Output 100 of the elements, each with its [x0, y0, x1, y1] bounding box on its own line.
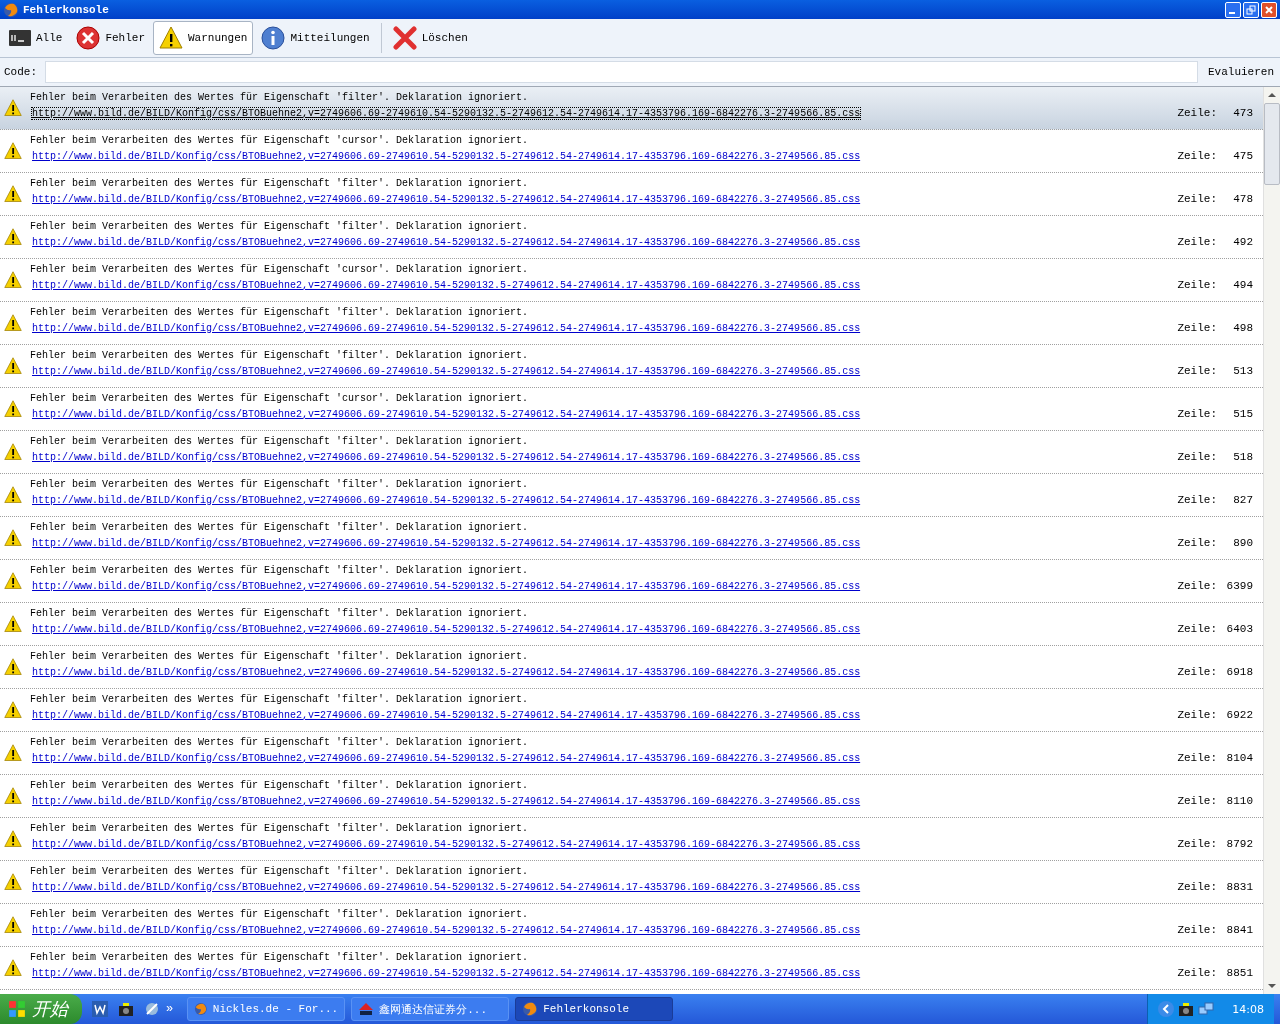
- source-link[interactable]: http://www.bild.de/BILD/Konfig/css/BTOBuehne2,v=2749606.69-2749610.54-5290132.5-2749612.54-2749614.17-4353796.169-6842276.3-2749566.85.css: [32, 236, 861, 248]
- code-input[interactable]: [45, 61, 1198, 83]
- filter-button[interactable]: Warnungen: [153, 21, 254, 55]
- warning-icon: [159, 26, 183, 50]
- taskbar-button[interactable]: Nickles.de - For...: [187, 997, 346, 1021]
- up-arrow-icon: [1268, 93, 1276, 97]
- taskbar-button[interactable]: 鑫网通达信证券分...: [351, 997, 510, 1021]
- source-link[interactable]: http://www.bild.de/BILD/Konfig/css/BTOBuehne2,v=2749606.69-2749610.54-5290132.5-2749612.54-2749614.17-4353796.169-6842276.3-2749566.85.css: [32, 967, 861, 979]
- line-number: 513: [1232, 365, 1253, 377]
- warning-icon: [4, 572, 22, 590]
- line-number: 473: [1232, 107, 1253, 119]
- filter-button[interactable]: Löschen: [386, 21, 474, 55]
- warning-icon: [4, 529, 22, 547]
- source-link[interactable]: http://www.bild.de/BILD/Konfig/css/BTOBuehne2,v=2749606.69-2749610.54-5290132.5-2749612.54-2749614.17-4353796.169-6842276.3-2749566.85.css: [32, 322, 861, 334]
- message-text: Fehler beim Verarbeiten des Wertes für Eigenschaft 'filter'. Deklaration ignoriert.: [30, 350, 529, 361]
- source-link[interactable]: http://www.bild.de/BILD/Konfig/css/BTOBuehne2,v=2749606.69-2749610.54-5290132.5-2749612.54-2749614.17-4353796.169-6842276.3-2749566.85.css: [32, 752, 861, 764]
- scrollbar[interactable]: [1263, 87, 1280, 994]
- message-text: Fehler beim Verarbeiten des Wertes für Eigenschaft 'filter'. Deklaration ignoriert.: [30, 737, 529, 748]
- warning-icon: [4, 99, 22, 117]
- source-link[interactable]: http://www.bild.de/BILD/Konfig/css/BTOBuehne2,v=2749606.69-2749610.54-5290132.5-2749612.54-2749614.17-4353796.169-6842276.3-2749566.85.css: [32, 150, 861, 162]
- warning-icon: [4, 701, 22, 719]
- line-label: Zeile:: [1177, 494, 1217, 506]
- camera-icon[interactable]: [118, 1001, 134, 1017]
- warning-icon: [4, 357, 22, 375]
- warning-icon: [4, 400, 22, 418]
- filter-button[interactable]: Fehler: [70, 21, 151, 55]
- line-number: 475: [1232, 150, 1253, 162]
- line-label: Zeile:: [1177, 365, 1217, 377]
- warning-icon: [4, 228, 22, 246]
- more-chevron[interactable]: »: [166, 1002, 174, 1016]
- source-link[interactable]: http://www.bild.de/BILD/Konfig/css/BTOBuehne2,v=2749606.69-2749610.54-5290132.5-2749612.54-2749614.17-4353796.169-6842276.3-2749566.85.css: [32, 623, 861, 635]
- source-link[interactable]: http://www.bild.de/BILD/Konfig/css/BTOBuehne2,v=2749606.69-2749610.54-5290132.5-2749612.54-2749614.17-4353796.169-6842276.3-2749566.85.css: [32, 279, 861, 291]
- line-number: 827: [1232, 494, 1253, 506]
- chart-logo-icon: [358, 1001, 375, 1017]
- line-number: 8851: [1225, 967, 1253, 979]
- message-text: Fehler beim Verarbeiten des Wertes für Eigenschaft 'filter'. Deklaration ignoriert.: [30, 307, 529, 318]
- line-label: Zeile:: [1177, 881, 1217, 893]
- source-link[interactable]: http://www.bild.de/BILD/Konfig/css/BTOBuehne2,v=2749606.69-2749610.54-5290132.5-2749612.54-2749614.17-4353796.169-6842276.3-2749566.85.css: [32, 494, 861, 506]
- info-icon: [261, 26, 286, 50]
- line-number: 6918: [1225, 666, 1253, 678]
- message-text: Fehler beim Verarbeiten des Wertes für Eigenschaft 'filter'. Deklaration ignoriert.: [30, 952, 529, 963]
- message-text: Fehler beim Verarbeiten des Wertes für Eigenschaft 'filter'. Deklaration ignoriert.: [30, 221, 529, 232]
- filter-button[interactable]: Mitteilungen: [255, 21, 376, 55]
- source-link[interactable]: http://www.bild.de/BILD/Konfig/css/BTOBuehne2,v=2749606.69-2749610.54-5290132.5-2749612.54-2749614.17-4353796.169-6842276.3-2749566.85.css: [32, 107, 861, 119]
- line-label: Zeile:: [1177, 150, 1217, 162]
- line-number: 518: [1232, 451, 1253, 463]
- line-label: Zeile:: [1177, 924, 1217, 936]
- message-text: Fehler beim Verarbeiten des Wertes für Eigenschaft 'filter'. Deklaration ignoriert.: [30, 694, 529, 705]
- message-text: Fehler beim Verarbeiten des Wertes für Eigenschaft 'filter'. Deklaration ignoriert.: [30, 608, 529, 619]
- message-text: Fehler beim Verarbeiten des Wertes für Eigenschaft 'filter'. Deklaration ignoriert.: [30, 178, 529, 189]
- warning-icon: [4, 615, 22, 633]
- warning-icon: [4, 830, 22, 848]
- scroll-thumb[interactable]: [1264, 103, 1280, 185]
- globe-icon: [522, 1001, 539, 1017]
- source-link[interactable]: http://www.bild.de/BILD/Konfig/css/BTOBuehne2,v=2749606.69-2749610.54-5290132.5-2749612.54-2749614.17-4353796.169-6842276.3-2749566.85.css: [32, 537, 861, 549]
- line-label: Zeile:: [1177, 408, 1217, 420]
- minimize-button[interactable]: [1225, 1, 1241, 18]
- source-link[interactable]: http://www.bild.de/BILD/Konfig/css/BTOBuehne2,v=2749606.69-2749610.54-5290132.5-2749612.54-2749614.17-4353796.169-6842276.3-2749566.85.css: [32, 881, 861, 893]
- restore-icon: [1246, 4, 1256, 15]
- source-link[interactable]: http://www.bild.de/BILD/Konfig/css/BTOBuehne2,v=2749606.69-2749610.54-5290132.5-2749612.54-2749614.17-4353796.169-6842276.3-2749566.85.css: [32, 365, 861, 377]
- close-button[interactable]: [1261, 1, 1277, 18]
- source-link[interactable]: http://www.bild.de/BILD/Konfig/css/BTOBuehne2,v=2749606.69-2749610.54-5290132.5-2749612.54-2749614.17-4353796.169-6842276.3-2749566.85.css: [32, 451, 861, 463]
- message-row[interactable]: [0, 87, 1263, 130]
- taskbar-button[interactable]: Fehlerkonsole: [515, 997, 674, 1021]
- message-text: Fehler beim Verarbeiten des Wertes für Eigenschaft 'cursor'. Deklaration ignoriert.: [30, 393, 529, 404]
- source-link[interactable]: http://www.bild.de/BILD/Konfig/css/BTOBuehne2,v=2749606.69-2749610.54-5290132.5-2749612.54-2749614.17-4353796.169-6842276.3-2749566.85.css: [32, 193, 861, 205]
- warning-icon: [4, 443, 22, 461]
- chevron-left-icon[interactable]: [1158, 1001, 1175, 1017]
- globe-icon: [194, 1001, 208, 1017]
- line-label: Zeile:: [1177, 752, 1217, 764]
- line-number: 6403: [1225, 623, 1253, 635]
- warning-icon: [4, 314, 22, 332]
- evaluate-button[interactable]: Evaluieren: [1206, 66, 1276, 78]
- line-number: 8792: [1225, 838, 1253, 850]
- terminal-icon: [9, 30, 31, 46]
- source-link[interactable]: http://www.bild.de/BILD/Konfig/css/BTOBuehne2,v=2749606.69-2749610.54-5290132.5-2749612.54-2749614.17-4353796.169-6842276.3-2749566.85.css: [32, 666, 861, 678]
- message-text: Fehler beim Verarbeiten des Wertes für Eigenschaft 'filter'. Deklaration ignoriert.: [30, 651, 529, 662]
- line-label: Zeile:: [1177, 709, 1217, 721]
- source-link[interactable]: http://www.bild.de/BILD/Konfig/css/BTOBuehne2,v=2749606.69-2749610.54-5290132.5-2749612.54-2749614.17-4353796.169-6842276.3-2749566.85.css: [32, 709, 861, 721]
- message-text: Fehler beim Verarbeiten des Wertes für Eigenschaft 'filter'. Deklaration ignoriert.: [30, 909, 529, 920]
- source-link[interactable]: http://www.bild.de/BILD/Konfig/css/BTOBuehne2,v=2749606.69-2749610.54-5290132.5-2749612.54-2749614.17-4353796.169-6842276.3-2749566.85.css: [32, 924, 861, 936]
- message-text: Fehler beim Verarbeiten des Wertes für Eigenschaft 'cursor'. Deklaration ignoriert.: [30, 264, 529, 275]
- windows-flag-icon: [8, 1000, 26, 1018]
- line-label: Zeile:: [1177, 537, 1217, 549]
- restore-button[interactable]: [1243, 1, 1259, 18]
- source-link[interactable]: http://www.bild.de/BILD/Konfig/css/BTOBuehne2,v=2749606.69-2749610.54-5290132.5-2749612.54-2749614.17-4353796.169-6842276.3-2749566.85.css: [32, 580, 861, 592]
- line-number: 890: [1232, 537, 1253, 549]
- window-title: Fehlerkonsole: [23, 3, 110, 16]
- filter-button[interactable]: Alle: [3, 21, 69, 55]
- source-link[interactable]: http://www.bild.de/BILD/Konfig/css/BTOBuehne2,v=2749606.69-2749610.54-5290132.5-2749612.54-2749614.17-4353796.169-6842276.3-2749566.85.css: [32, 838, 861, 850]
- source-link[interactable]: http://www.bild.de/BILD/Konfig/css/BTOBuehne2,v=2749606.69-2749610.54-5290132.5-2749612.54-2749614.17-4353796.169-6842276.3-2749566.85.css: [32, 408, 861, 420]
- source-link[interactable]: http://www.bild.de/BILD/Konfig/css/BTOBuehne2,v=2749606.69-2749610.54-5290132.5-2749612.54-2749614.17-4353796.169-6842276.3-2749566.85.css: [32, 795, 861, 807]
- warning-icon: [4, 744, 22, 762]
- line-label: Zeile:: [1177, 236, 1217, 248]
- start-button[interactable]: 开始: [0, 994, 82, 1024]
- line-number: 478: [1232, 193, 1253, 205]
- word-icon[interactable]: [92, 1001, 108, 1017]
- line-label: Zeile:: [1177, 322, 1217, 334]
- camera-icon[interactable]: [1178, 1001, 1195, 1017]
- line-label: Zeile:: [1177, 838, 1217, 850]
